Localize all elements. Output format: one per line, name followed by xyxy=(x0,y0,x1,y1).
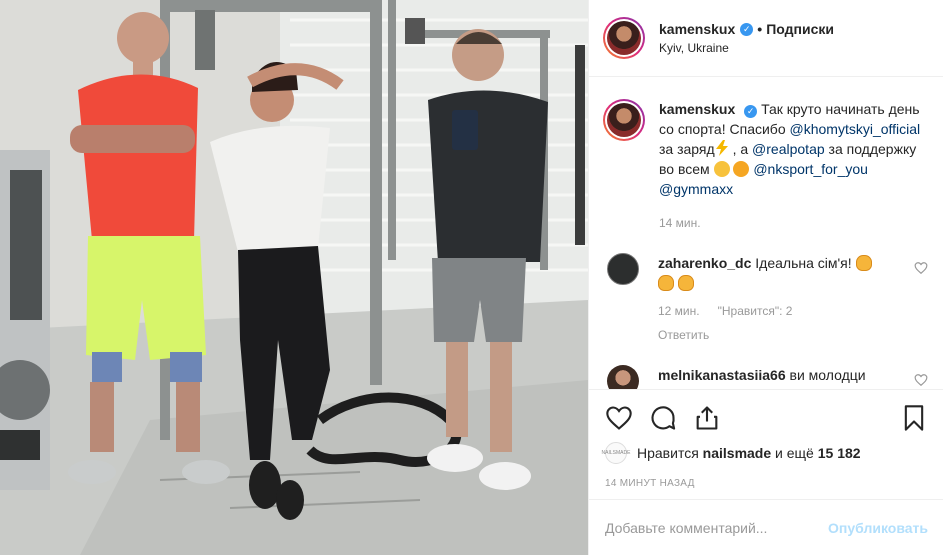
comment-like-heart-icon[interactable] xyxy=(914,261,928,275)
clap-emoji-icon xyxy=(658,275,674,291)
liker-username[interactable]: nailsmade xyxy=(703,445,771,461)
post-photo[interactable] xyxy=(0,0,588,555)
author-avatar[interactable] xyxy=(603,17,645,59)
share-icon[interactable] xyxy=(693,404,721,432)
post-location[interactable]: Kyiv, Ukraine xyxy=(659,41,834,55)
caption-avatar[interactable] xyxy=(603,99,645,141)
grinning-emoji-icon xyxy=(713,161,730,177)
post-caption: kamenskux ✓ Так круто начинать день со с… xyxy=(603,77,928,233)
mention-link[interactable]: @khomytskyi_official xyxy=(790,121,921,137)
comment-text: ви молодци xyxy=(789,367,866,383)
comment-text: Ідеальна сім'я! xyxy=(755,255,852,271)
verified-badge-icon: ✓ xyxy=(740,22,754,36)
post-header: kamenskux ✓ • Подписки Kyiv, Ukraine xyxy=(589,0,943,77)
gym-photo-illustration xyxy=(0,0,588,555)
post-timestamp[interactable]: 14 минут назад xyxy=(589,478,943,489)
comment-input[interactable] xyxy=(605,519,825,536)
publish-button[interactable]: Опубликовать xyxy=(828,520,928,536)
post-actions: NAILSMADE Нравится nailsmade и ещё 15 18… xyxy=(589,389,943,555)
comments-section[interactable]: kamenskux ✓ Так круто начинать день со с… xyxy=(589,77,943,389)
likes-count[interactable]: 15 182 xyxy=(818,445,861,461)
comment-time[interactable]: 12 мин. xyxy=(658,301,700,321)
comment-item: melnikanastasiia66 ви молодци xyxy=(603,365,928,389)
verified-badge-icon: ✓ xyxy=(744,105,758,118)
lightning-emoji-icon xyxy=(715,140,728,156)
instagram-post-modal: kamenskux ✓ • Подписки Kyiv, Ukraine kam… xyxy=(0,0,943,555)
comment-icon[interactable] xyxy=(649,404,677,432)
commenter-avatar[interactable] xyxy=(607,253,639,285)
add-comment-bar: Опубликовать xyxy=(589,499,943,555)
mention-link[interactable]: @nksport_for_you xyxy=(753,161,868,177)
author-username[interactable]: kamenskux xyxy=(659,21,735,37)
mention-link[interactable]: @gymmaxx xyxy=(659,181,733,197)
separator-dot: • xyxy=(757,21,763,37)
caption-text: за заряд xyxy=(659,141,715,157)
caption-time[interactable]: 14 мин. xyxy=(659,213,924,233)
reply-button[interactable]: Ответить xyxy=(658,325,903,345)
commenter-avatar[interactable] xyxy=(607,365,639,389)
commenter-username[interactable]: zaharenko_dc xyxy=(658,255,751,271)
comment-likes[interactable]: "Нравится": 2 xyxy=(718,301,793,321)
caption-username[interactable]: kamenskux xyxy=(659,101,735,117)
mention-link[interactable]: @realpotap xyxy=(752,141,825,157)
clap-emoji-icon xyxy=(677,275,694,291)
comment-item: zaharenko_dc Ідеальна сім'я! 12 мин. "Нр… xyxy=(603,253,928,345)
bookmark-icon[interactable] xyxy=(900,404,928,432)
smiling-hearts-emoji-icon xyxy=(733,161,750,177)
caption-text: , а xyxy=(732,141,749,157)
clap-emoji-icon xyxy=(855,255,872,271)
heart-icon[interactable] xyxy=(605,404,633,432)
following-button[interactable]: Подписки xyxy=(766,21,834,37)
comment-like-heart-icon[interactable] xyxy=(914,373,928,387)
commenter-username[interactable]: melnikanastasiia66 xyxy=(658,367,786,383)
post-side-panel: kamenskux ✓ • Подписки Kyiv, Ukraine kam… xyxy=(588,0,943,555)
